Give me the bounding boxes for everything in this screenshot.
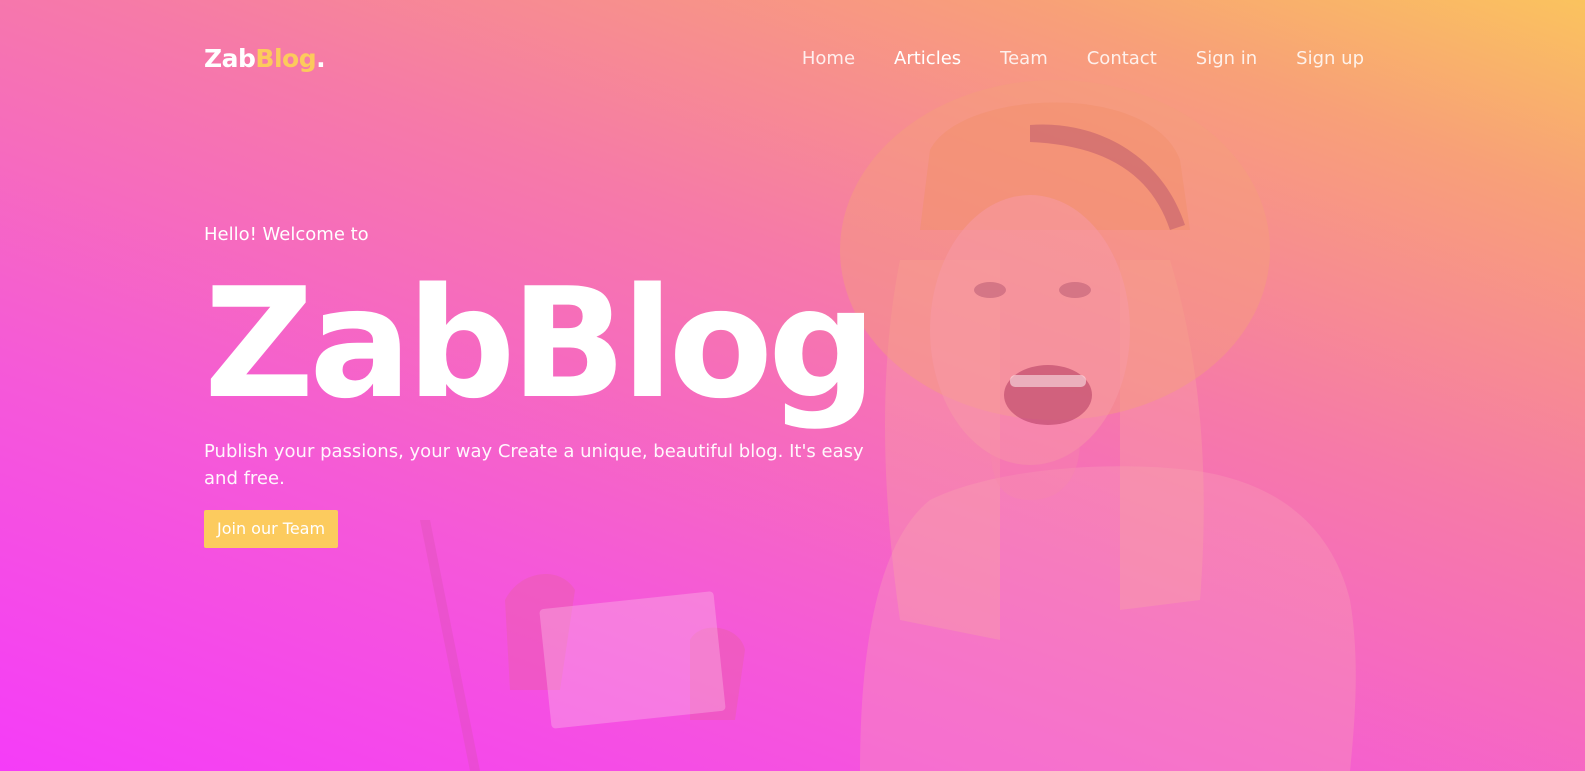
nav-link-home[interactable]: Home (802, 48, 855, 69)
nav-link-sign-up[interactable]: Sign up (1296, 48, 1364, 69)
logo-dot: . (316, 43, 326, 73)
brand-logo[interactable]: ZabBlog. (204, 43, 326, 73)
nav-link-articles[interactable]: Articles (894, 48, 961, 69)
hero-tagline: Publish your passions, your way Create a… (204, 441, 864, 489)
nav-link-team[interactable]: Team (1000, 48, 1048, 69)
hero-welcome-text: Hello! Welcome to (204, 224, 369, 245)
nav-menu: Home Articles Team Contact Sign in Sign … (763, 48, 1364, 69)
nav-link-contact[interactable]: Contact (1087, 48, 1157, 69)
navbar: ZabBlog. Home Articles Team Contact Sign… (204, 36, 1364, 80)
hero-title: ZabBlog (204, 255, 877, 432)
join-team-button[interactable]: Join our Team (204, 510, 339, 548)
nav-link-sign-in[interactable]: Sign in (1196, 48, 1257, 69)
logo-text-main: Zab (204, 43, 256, 73)
hero-content: Hello! Welcome to ZabBlog Publish your p… (204, 220, 884, 548)
logo-text-accent: Blog (255, 43, 317, 73)
hero-section: ZabBlog. Home Articles Team Contact Sign… (0, 0, 1585, 771)
